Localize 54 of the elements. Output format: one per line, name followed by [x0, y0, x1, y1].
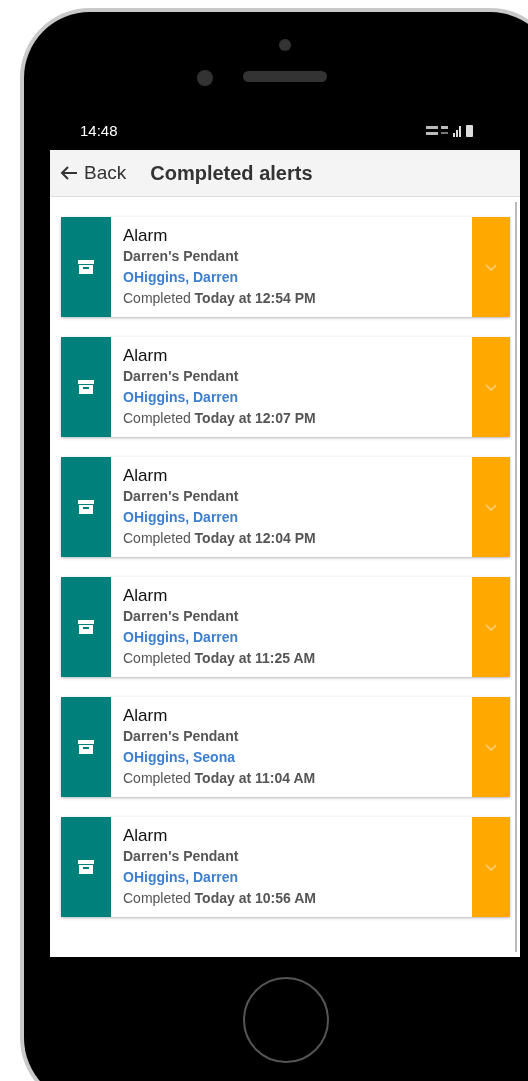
completed-time: Completed Today at 12:54 PM	[123, 289, 317, 308]
page-title: Completed alerts	[150, 161, 313, 186]
back-arrow-icon	[60, 165, 78, 181]
expand-button[interactable]	[472, 817, 510, 917]
device-name: Darren's Pendant	[123, 847, 240, 866]
archive-box-icon	[78, 500, 94, 514]
device-name: Darren's Pendant	[123, 247, 240, 266]
person-link[interactable]: OHiggins, Darren	[123, 867, 472, 888]
completed-time: Completed Today at 11:25 AM	[123, 649, 317, 668]
chevron-down-icon	[485, 383, 497, 391]
alert-card[interactable]: Alarm Darren's Pendant OHiggins, Seona Completed Today at 11:04 AM	[61, 697, 510, 797]
chevron-down-icon	[485, 863, 497, 871]
alert-type: Alarm	[123, 225, 169, 246]
expand-button[interactable]	[472, 217, 510, 317]
status-time: 14:48	[80, 120, 118, 141]
completed-time: Completed Today at 12:07 PM	[123, 409, 317, 428]
person-link[interactable]: OHiggins, Darren	[123, 267, 472, 288]
archive-box-icon	[78, 260, 94, 274]
alert-card[interactable]: Alarm Darren's Pendant OHiggins, Darren Completed Today at 12:04 PM	[61, 457, 510, 557]
archive-box-icon	[78, 860, 94, 874]
person-link[interactable]: OHiggins, Seona	[123, 747, 472, 768]
alert-card[interactable]: Alarm Darren's Pendant OHiggins, Darren Completed Today at 12:54 PM	[61, 217, 510, 317]
completed-time: Completed Today at 11:04 AM	[123, 769, 317, 788]
alert-type: Alarm	[123, 585, 169, 606]
alert-card[interactable]: Alarm Darren's Pendant OHiggins, Darren Completed Today at 12:07 PM	[61, 337, 510, 437]
completed-time: Completed Today at 12:04 PM	[123, 529, 317, 548]
expand-button[interactable]	[472, 697, 510, 797]
person-link[interactable]: OHiggins, Darren	[123, 507, 472, 528]
alert-card[interactable]: Alarm Darren's Pendant OHiggins, Darren Completed Today at 11:25 AM	[61, 577, 510, 677]
alert-type: Alarm	[123, 705, 169, 726]
chevron-down-icon	[485, 263, 497, 271]
device-name: Darren's Pendant	[123, 607, 240, 626]
person-link[interactable]: OHiggins, Darren	[123, 387, 472, 408]
chevron-down-icon	[485, 503, 497, 511]
expand-button[interactable]	[472, 337, 510, 437]
device-name: Darren's Pendant	[123, 367, 240, 386]
alert-type: Alarm	[123, 345, 169, 366]
alert-card[interactable]: Alarm Darren's Pendant OHiggins, Darren Completed Today at 10:56 AM	[61, 817, 510, 917]
home-button[interactable]	[243, 977, 329, 1063]
status-icons	[426, 124, 476, 138]
chevron-down-icon	[485, 743, 497, 751]
device-name: Darren's Pendant	[123, 727, 240, 746]
archive-box-icon	[78, 740, 94, 754]
back-button[interactable]: Back	[60, 158, 127, 188]
archive-box-icon	[78, 380, 94, 394]
alert-type: Alarm	[123, 825, 169, 846]
device-name: Darren's Pendant	[123, 487, 240, 506]
completed-time: Completed Today at 10:56 AM	[123, 889, 317, 908]
expand-button[interactable]	[472, 457, 510, 557]
chevron-down-icon	[485, 623, 497, 631]
person-link[interactable]: OHiggins, Darren	[123, 627, 472, 648]
alert-type: Alarm	[123, 465, 169, 486]
archive-box-icon	[78, 620, 94, 634]
expand-button[interactable]	[472, 577, 510, 677]
